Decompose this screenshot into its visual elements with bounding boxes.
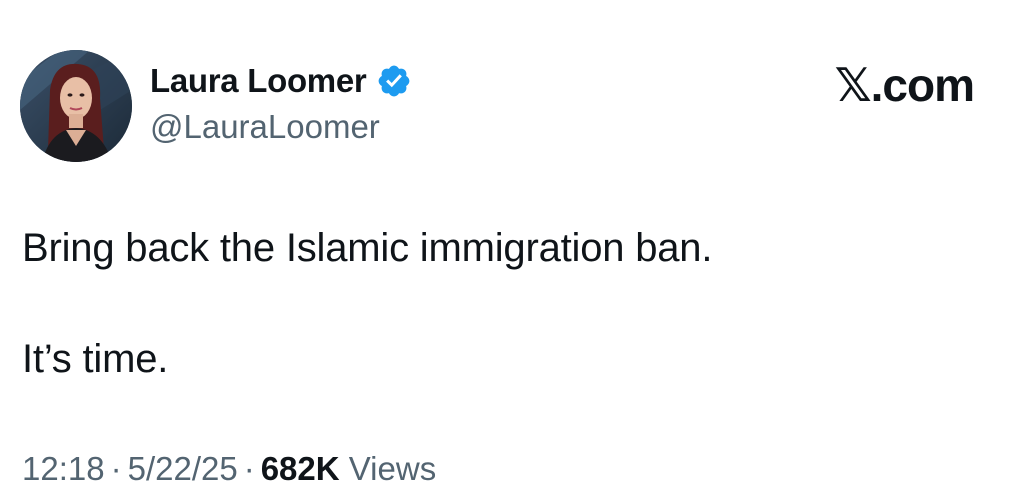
tweet-metadata: 12:18 · 5/22/25 · 682K Views bbox=[22, 450, 436, 488]
author-display-name[interactable]: Laura Loomer bbox=[150, 62, 367, 100]
avatar[interactable] bbox=[20, 50, 132, 162]
meta-separator: · bbox=[243, 450, 255, 487]
views-count[interactable]: 682K bbox=[261, 450, 340, 487]
tweet-time[interactable]: 12:18 bbox=[22, 450, 105, 487]
views-label[interactable]: Views bbox=[349, 450, 436, 487]
tweet-date[interactable]: 5/22/25 bbox=[128, 450, 238, 487]
author-name-row: Laura Loomer bbox=[150, 62, 412, 100]
author-handle[interactable]: @LauraLoomer bbox=[150, 108, 380, 146]
meta-separator: · bbox=[110, 450, 122, 487]
tweet-text-line-1: Bring back the Islamic immigration ban. bbox=[22, 226, 713, 270]
profile-photo bbox=[20, 50, 132, 162]
verified-badge-icon[interactable] bbox=[376, 63, 412, 99]
x-com-logo: 𝕏.com bbox=[834, 59, 975, 111]
tweet-text-line-2: It’s time. bbox=[22, 337, 169, 381]
